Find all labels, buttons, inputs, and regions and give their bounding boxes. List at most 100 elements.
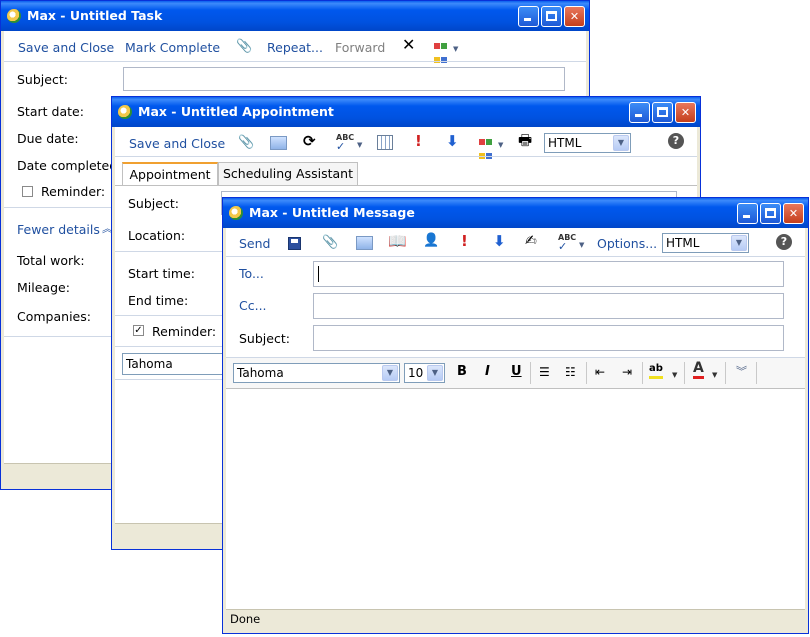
- signature-icon[interactable]: ✍: [525, 234, 537, 248]
- font-value: Tahoma: [126, 357, 173, 371]
- message-client: Send 📎 📖 👤 ! ⬇ ✍ ABC ✓ ▼ Options... HTML …: [226, 228, 805, 630]
- text-cursor: [318, 266, 319, 282]
- address-book-icon[interactable]: 📖: [388, 234, 407, 249]
- italic-button[interactable]: I: [485, 364, 490, 379]
- message-subject-label: Subject:: [239, 331, 290, 346]
- app-icon: [118, 105, 132, 119]
- chevron-down-icon[interactable]: ▼: [613, 135, 629, 151]
- maximize-button[interactable]: [541, 6, 562, 27]
- repeat-button[interactable]: Repeat...: [267, 40, 323, 55]
- appointment-reminder-label: Reminder:: [152, 324, 217, 339]
- font-select[interactable]: Tahoma ▼: [233, 363, 400, 383]
- close-button[interactable]: ✕: [564, 6, 585, 27]
- toolbar-separator: [725, 362, 726, 384]
- font-size-value: 10: [408, 366, 424, 380]
- task-reminder-label: Reminder:: [41, 184, 106, 199]
- more-options-icon[interactable]: ︾: [736, 365, 747, 379]
- cc-input[interactable]: [313, 293, 784, 319]
- minimize-button[interactable]: [737, 203, 758, 224]
- start-time-label: Start time:: [128, 266, 195, 281]
- toolbar-divider: [226, 256, 805, 257]
- delete-icon[interactable]: ✕: [402, 37, 415, 53]
- importance-high-icon[interactable]: !: [461, 234, 468, 249]
- toolbar-separator: [586, 362, 587, 384]
- task-window-title: Max - Untitled Task: [27, 8, 163, 23]
- tab-appointment[interactable]: Appointment: [122, 162, 218, 186]
- end-time-label: End time:: [128, 293, 189, 308]
- calendar-icon[interactable]: [377, 135, 393, 150]
- appointment-titlebar[interactable]: Max - Untitled Appointment ✕: [112, 97, 700, 127]
- message-subject-input[interactable]: [313, 325, 784, 351]
- help-icon[interactable]: ?: [776, 234, 792, 250]
- increase-indent-icon[interactable]: ⇥: [622, 365, 632, 379]
- importance-low-icon[interactable]: ⬇: [493, 234, 506, 249]
- minimize-button[interactable]: [629, 102, 650, 123]
- to-button[interactable]: To...: [239, 266, 264, 281]
- message-titlebar[interactable]: Max - Untitled Message ✕: [223, 198, 808, 228]
- font-color-icon[interactable]: A: [693, 361, 704, 379]
- chevron-down-icon[interactable]: ▼: [453, 42, 458, 56]
- bold-button[interactable]: B: [457, 364, 467, 379]
- help-icon[interactable]: ?: [668, 133, 684, 149]
- cc-button[interactable]: Cc...: [239, 298, 267, 313]
- paperclip-icon[interactable]: 📎: [236, 40, 252, 54]
- check-names-icon[interactable]: 👤: [423, 234, 439, 248]
- picture-icon[interactable]: [356, 236, 373, 250]
- send-button[interactable]: Send: [239, 236, 270, 251]
- decrease-indent-icon[interactable]: ⇤: [595, 365, 605, 379]
- categorize-icon[interactable]: [479, 135, 492, 163]
- options-button[interactable]: Options...: [597, 236, 657, 251]
- chevron-down-icon[interactable]: ▼: [382, 365, 398, 381]
- picture-icon[interactable]: [270, 136, 287, 150]
- to-input[interactable]: [313, 261, 784, 287]
- chevron-down-icon[interactable]: ▼: [357, 138, 362, 152]
- refresh-icon[interactable]: ⟳: [303, 134, 316, 149]
- appointment-subject-label: Subject:: [128, 196, 179, 211]
- highlight-icon[interactable]: ab: [649, 362, 663, 379]
- importance-low-icon[interactable]: ⬇: [446, 134, 459, 149]
- format-value: HTML: [666, 236, 700, 250]
- save-and-close-button[interactable]: Save and Close: [129, 136, 225, 151]
- appointment-reminder-checkbox[interactable]: ✓: [133, 325, 144, 336]
- mark-complete-button[interactable]: Mark Complete: [125, 40, 220, 55]
- appointment-format-select[interactable]: HTML ▼: [544, 133, 631, 153]
- maximize-button[interactable]: [652, 102, 673, 123]
- save-icon[interactable]: [288, 237, 301, 250]
- spellcheck-icon[interactable]: ABC ✓: [336, 133, 354, 152]
- minimize-button[interactable]: [518, 6, 539, 27]
- close-button[interactable]: ✕: [783, 203, 804, 224]
- chevron-down-icon[interactable]: ▼: [427, 365, 443, 381]
- chevron-down-icon[interactable]: ▼: [712, 368, 717, 382]
- paperclip-icon[interactable]: 📎: [238, 136, 254, 150]
- fewer-details-link[interactable]: Fewer details: [17, 222, 100, 237]
- chevron-down-icon[interactable]: ▼: [579, 238, 584, 252]
- formatting-toolbar: Tahoma ▼ 10 ▼ B I U ☰ ☷ ⇤ ⇥ ab ▼ A ▼ ︾: [226, 358, 805, 388]
- format-value: HTML: [548, 136, 582, 150]
- chevron-down-icon[interactable]: ▼: [498, 138, 503, 152]
- spellcheck-icon[interactable]: ABC ✓: [558, 233, 576, 252]
- task-subject-label: Subject:: [17, 72, 68, 87]
- chevron-down-icon[interactable]: ▼: [672, 368, 677, 382]
- bullet-list-icon[interactable]: ☰: [539, 365, 550, 379]
- tab-scheduling-assistant[interactable]: Scheduling Assistant: [218, 162, 358, 186]
- message-body[interactable]: [226, 389, 805, 610]
- maximize-button[interactable]: [760, 203, 781, 224]
- categorize-icon[interactable]: [434, 39, 447, 67]
- message-format-select[interactable]: HTML ▼: [662, 233, 749, 253]
- message-window: Max - Untitled Message ✕ Send 📎 📖 👤 ! ⬇ …: [222, 197, 809, 634]
- font-size-select[interactable]: 10 ▼: [404, 363, 445, 383]
- toolbar-separator: [530, 362, 531, 384]
- numbered-list-icon[interactable]: ☷: [565, 365, 576, 379]
- task-subject-input[interactable]: [123, 67, 565, 91]
- close-button[interactable]: ✕: [675, 102, 696, 123]
- task-titlebar[interactable]: Max - Untitled Task ✕: [1, 1, 589, 31]
- paperclip-icon[interactable]: 📎: [322, 236, 338, 250]
- importance-high-icon[interactable]: !: [415, 134, 422, 149]
- toolbar-divider: [4, 61, 586, 62]
- task-reminder-checkbox[interactable]: [22, 186, 33, 197]
- chevron-down-icon[interactable]: ▼: [731, 235, 747, 251]
- forward-button[interactable]: Forward: [335, 40, 385, 55]
- save-and-close-button[interactable]: Save and Close: [18, 40, 114, 55]
- print-icon[interactable]: 🖶: [518, 133, 532, 148]
- underline-button[interactable]: U: [511, 364, 522, 379]
